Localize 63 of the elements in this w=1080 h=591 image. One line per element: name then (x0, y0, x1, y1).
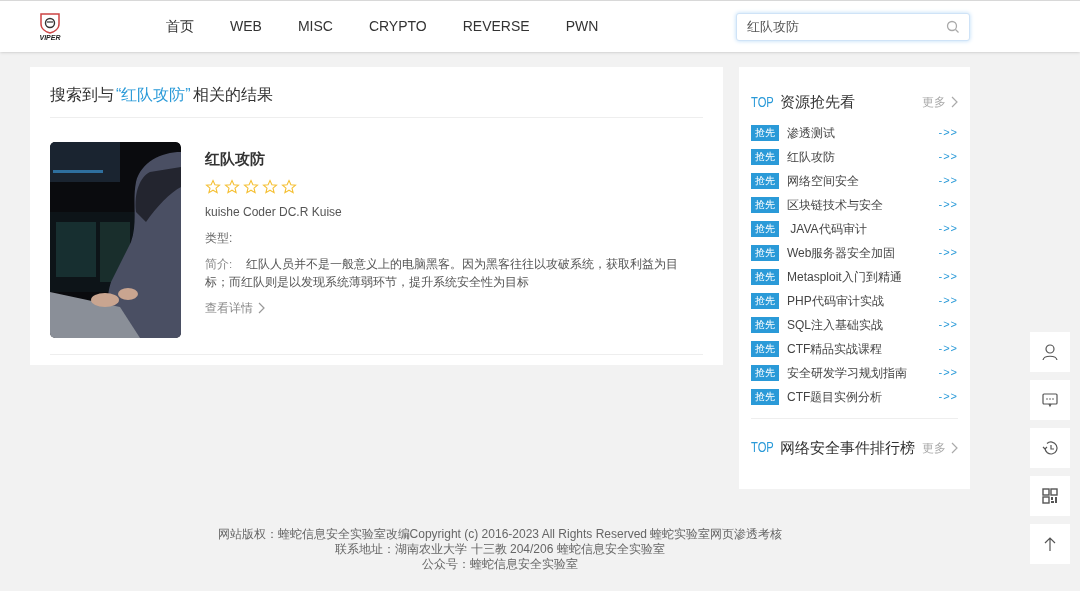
section-title: 资源抢先看 (779, 92, 855, 112)
side-button[interactable] (1030, 524, 1070, 564)
chevron-icon (950, 96, 958, 109)
results-heading: 搜索到与“红队攻防”相关的结果 (50, 83, 703, 118)
resource-link[interactable]: 渗透测试 (787, 123, 835, 142)
search-icon (946, 19, 960, 34)
chevron-icon (257, 301, 265, 314)
details-link[interactable]: 查看详情 (205, 298, 695, 317)
tag-badge: 抢先 (751, 244, 779, 261)
side-button[interactable] (1030, 380, 1070, 420)
tag-badge: 抢先 (751, 196, 779, 213)
chevron-icon (950, 441, 958, 454)
tag-badge: 抢先 (751, 268, 779, 285)
tag-badge: 抢先 (751, 124, 779, 141)
resource-link[interactable]: 网络空间安全 (787, 171, 859, 190)
footer-text: 公众号：蝰蛇信息安全实验室 (422, 557, 578, 572)
type-label: 类型: (205, 229, 234, 247)
user-icon (1041, 343, 1059, 361)
nav-link[interactable]: 首页 (166, 16, 194, 37)
resource-link[interactable]: PHP代码审计实战 (787, 291, 884, 310)
intro-text: 简介: 红队人员并不是一般意义上的电脑黑客。因为黑客往往以攻破系统，获取利益为目标；而红队则是以发现系统薄弱环节，提升系统安全性为目标 (205, 256, 680, 290)
result-title[interactable]: 红队攻防 (205, 148, 695, 171)
tag-badge: 抢先 (751, 316, 779, 333)
top-label: TOP (751, 92, 774, 112)
resource-link[interactable]: Metasploit入门到精通 (787, 267, 902, 286)
top-label: TOP (751, 438, 774, 458)
search-field[interactable]: 红队攻防 (736, 12, 970, 41)
section-title: 网络安全事件排行榜 (779, 437, 915, 458)
nav-link[interactable]: REVERSE (462, 16, 530, 37)
nav-link[interactable]: PWN (565, 16, 599, 37)
resource-link[interactable]: CTF精品实战课程 (787, 339, 883, 358)
nav-link[interactable]: CRYPTO (368, 16, 427, 37)
shield-icon (39, 12, 61, 34)
tag-badge: 抢先 (751, 388, 779, 405)
star-icon (205, 178, 221, 195)
star-icon (262, 178, 278, 195)
tag-badge: 抢先 (751, 220, 779, 237)
tag-badge: 抢先 (751, 172, 779, 189)
resource-link[interactable]: JAVA代码审计 (787, 219, 867, 238)
resource-link[interactable]: 区块链技术与安全 (787, 195, 883, 214)
tag-badge: 抢先 (751, 340, 779, 357)
side-button[interactable] (1030, 428, 1070, 468)
star-icon (281, 178, 297, 195)
star-icon (224, 178, 240, 195)
nav-link[interactable]: WEB (230, 16, 262, 37)
qr-code-icon (1041, 487, 1059, 505)
author-text: kuishe Coder DC.R Kuise (205, 203, 343, 221)
resource-link[interactable]: CTF题目实例分析 (787, 387, 883, 406)
footer-text: 网站版权：蝰蛇信息安全实验室改编Copyright (c) 2016-2023 All Rights Reserved 蝰蛇实验室网页渗透考核 (217, 527, 783, 542)
tag-badge: 抢先 (751, 364, 779, 381)
resource-link[interactable]: 安全研发学习规划指南 (787, 363, 907, 382)
side-button[interactable] (1030, 332, 1070, 372)
resource-link[interactable]: SQL注入基础实战 (787, 315, 883, 334)
side-button[interactable] (1030, 476, 1070, 516)
tag-badge: 抢先 (751, 148, 779, 165)
resource-link[interactable]: Web服务器安全加固 (787, 243, 896, 262)
nav-link[interactable]: MISC (297, 16, 333, 37)
star-icon (243, 178, 259, 195)
tag-badge: 抢先 (751, 292, 779, 309)
history-icon (1041, 439, 1059, 457)
resource-link[interactable]: 红队攻防 (787, 147, 835, 166)
chat-icon (1041, 391, 1059, 409)
footer-text: 联系地址：湖南农业大学 十三教 204/206 蝰蛇信息安全实验室 (335, 542, 665, 557)
